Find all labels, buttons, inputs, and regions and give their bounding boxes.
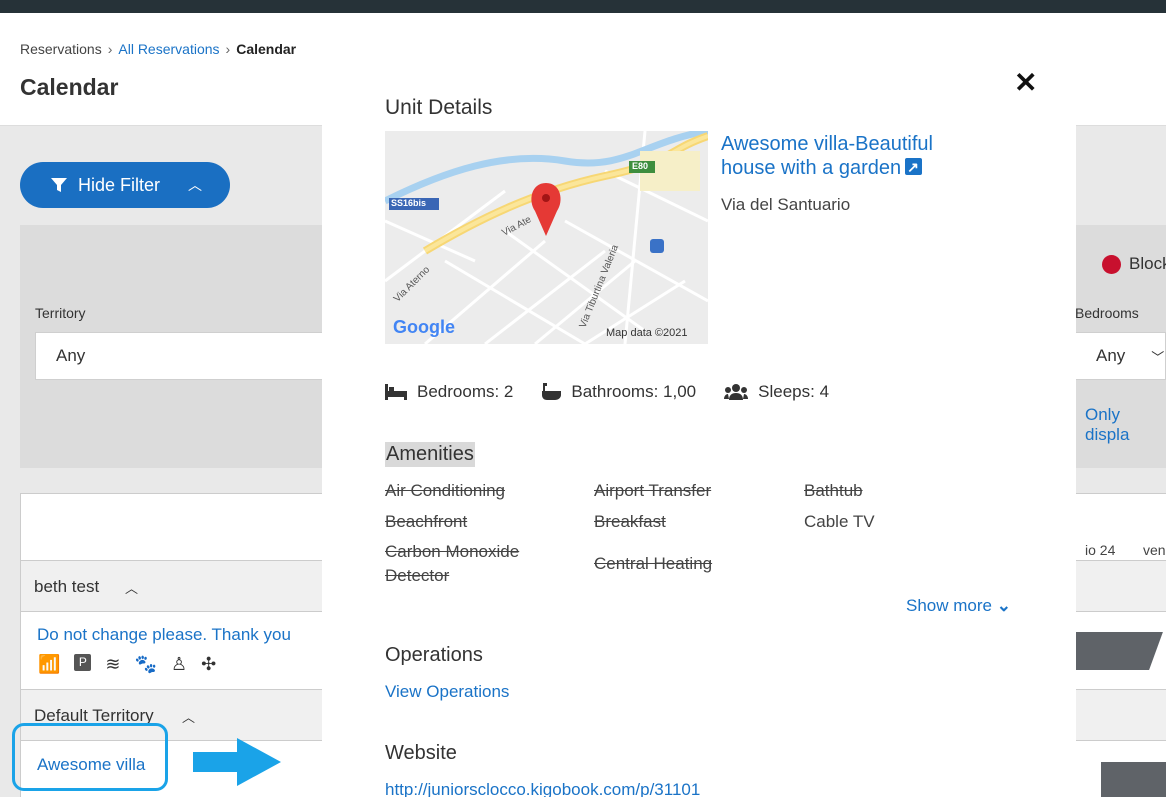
only-display-link[interactable]: Only displa: [1085, 405, 1166, 445]
bedrooms-text: Bedrooms: 2: [417, 382, 514, 401]
bed-icon: [385, 384, 407, 400]
view-operations-link[interactable]: View Operations: [385, 682, 509, 702]
show-more-link[interactable]: Show more ⌄: [906, 596, 1011, 616]
pets-paw-icon: 🐾: [134, 654, 157, 674]
hide-filter-button[interactable]: Hide Filter ︿: [20, 162, 230, 208]
amenity-item: Bathtub: [804, 481, 863, 500]
unit-name-link[interactable]: Awesome villa-Beautiful house with a gar…: [721, 132, 981, 180]
amenity-item: Beachfront: [385, 512, 468, 531]
pool-icon: ≋: [105, 654, 121, 674]
hide-filter-label: Hide Filter: [78, 174, 161, 195]
map-road-label: E80: [632, 161, 649, 171]
chevron-up-icon[interactable]: ︿: [182, 707, 195, 726]
blocked-legend-dot: [1102, 255, 1121, 274]
highlight-annotation-box: [12, 723, 168, 791]
blocked-legend-label: Block: [1129, 254, 1166, 273]
unit-amenity-icons: 📶 P ≋ 🐾 ♙ ✣: [38, 654, 216, 675]
breadcrumb-separator: ›: [225, 41, 231, 57]
bathrooms-text: Bathrooms: 1,00: [571, 382, 697, 401]
unit-link-do-not-change[interactable]: Do not change please. Thank you: [37, 625, 291, 645]
amenity-item: Airport Transfer: [594, 481, 712, 500]
filter-icon: [51, 178, 67, 192]
chevron-up-icon[interactable]: ︿: [125, 578, 138, 597]
amenity-item: Air Conditioning: [385, 481, 506, 500]
breadcrumb-current: Calendar: [236, 41, 297, 57]
stat-bathrooms: Bathrooms: 1,00: [541, 382, 696, 402]
bedrooms-label: Bedrooms: [1075, 305, 1139, 321]
stat-bedrooms: Bedrooms: 2: [385, 382, 513, 402]
operations-title: Operations: [385, 644, 483, 666]
bedrooms-select-value: Any: [1096, 346, 1126, 365]
breadcrumb-reservations[interactable]: Reservations: [20, 41, 102, 57]
map-attribution: Map data ©2021: [606, 327, 688, 339]
amenity-item: Carbon Monoxide Detector: [385, 542, 520, 585]
unit-name-text: Awesome villa-Beautiful house with a gar…: [721, 133, 933, 179]
chevron-down-icon: ﹀: [1151, 349, 1165, 365]
chevron-down-icon: ⌄: [996, 596, 1011, 615]
group-label-beth-test: beth test: [34, 577, 100, 596]
day-label: io 24: [1085, 542, 1116, 558]
show-more-label: Show more: [906, 596, 992, 615]
amenities-title: Amenities: [385, 442, 475, 467]
breadcrumb-separator: ›: [107, 41, 113, 57]
arrow-right-annotation-icon: [193, 738, 281, 786]
territory-label: Territory: [35, 305, 86, 321]
unit-address: Via del Santuario: [721, 195, 851, 214]
territory-select[interactable]: Any: [35, 332, 335, 380]
page-title: Calendar: [20, 74, 119, 100]
website-title: Website: [385, 742, 457, 764]
bedrooms-select[interactable]: Any ﹀: [1075, 332, 1166, 380]
users-icon: [724, 384, 749, 400]
child-friendly-icon: ♙: [170, 654, 188, 674]
map-graphic: [385, 131, 708, 344]
day-label: ven: [1143, 542, 1166, 558]
bath-icon: [542, 383, 562, 400]
top-navbar: [0, 0, 1166, 13]
stat-sleeps: Sleeps: 4: [724, 382, 829, 402]
map-thumbnail[interactable]: SS16bis E80 Via Ate Via Aterno Via Tibur…: [385, 131, 708, 344]
breadcrumb: Reservations › All Reservations › Calendar: [20, 41, 296, 57]
reservation-bar[interactable]: [1101, 762, 1166, 797]
external-link-icon: [905, 155, 923, 179]
amenity-item: Central Heating: [594, 554, 713, 573]
website-link[interactable]: http://juniorsclocco.kigobook.com/p/3110…: [385, 780, 700, 797]
amenity-item: Cable TV: [804, 512, 875, 531]
close-icon[interactable]: ✕: [1014, 66, 1037, 99]
chevron-up-icon: ︿: [188, 177, 203, 193]
map-google-logo: Google: [393, 317, 455, 337]
unit-details-modal: ✕ Unit Details SS16bis E80 Via Ate Via A…: [322, 32, 1076, 797]
fan-icon: ✣: [201, 654, 217, 674]
wifi-icon: 📶: [38, 654, 61, 674]
parking-icon: P: [74, 654, 92, 671]
unit-stats: Bedrooms: 2 Bathrooms: 1,00 Sleeps: 4: [385, 382, 829, 402]
modal-title: Unit Details: [385, 96, 493, 119]
map-road-label: SS16bis: [391, 198, 427, 208]
amenity-item: Breakfast: [594, 512, 666, 531]
breadcrumb-all-reservations[interactable]: All Reservations: [118, 41, 219, 57]
sleeps-text: Sleeps: 4: [758, 382, 830, 401]
